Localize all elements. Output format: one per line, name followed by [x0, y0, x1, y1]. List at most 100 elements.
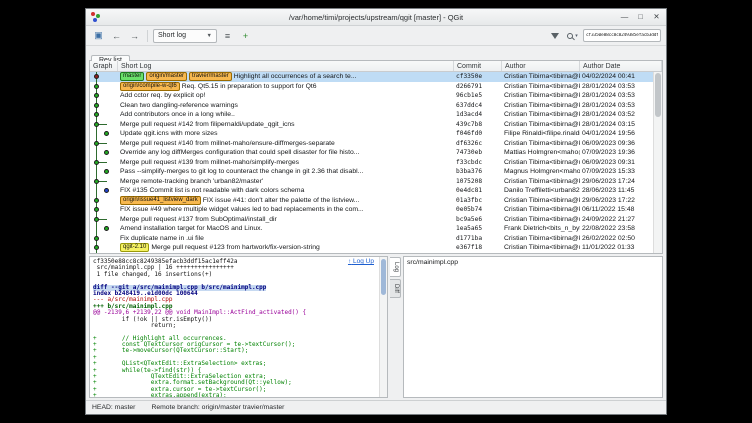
ref-badge[interactable]: qgit-2.10 [120, 243, 149, 252]
scrollbar-thumb[interactable] [655, 73, 661, 117]
table-row[interactable]: Merge pull request #139 from millnet-mah… [90, 158, 653, 168]
column-header-commit[interactable]: Commit [454, 61, 502, 71]
up-arrow-icon: ↑ [348, 258, 351, 265]
table-row[interactable]: Amend installation target for MacOS and … [90, 224, 653, 234]
table-row[interactable]: FIX issue #49 where multiple widget valu… [90, 205, 653, 215]
status-bar: HEAD: master Remote branch: origin/maste… [86, 400, 666, 414]
commit-subject: Override any log diffMerges configuratio… [120, 149, 359, 156]
view-tree-icon[interactable]: ≡ [220, 28, 235, 43]
titlebar[interactable]: /var/home/timi/projects/upstream/qgit [m… [86, 9, 666, 26]
table-row[interactable]: FIX #135 Commit list is not readable wit… [90, 186, 653, 196]
short-log-cell: Pass --simplify-merges to git log to cou… [118, 167, 454, 177]
table-header-row: Graph Short Log Commit Author Author Dat… [90, 61, 662, 72]
commit-sha-cell: 01a3fbc [454, 196, 502, 206]
search-icon[interactable]: ▾ [565, 28, 580, 43]
tab-log[interactable]: Log [390, 257, 401, 277]
author-cell: Cristian Tibirna<tibirna@kde.org> [502, 205, 580, 215]
graph-cell [90, 215, 118, 225]
sha-search-input[interactable] [583, 29, 661, 42]
commit-sha-cell: 1ea5a65 [454, 224, 502, 234]
chevron-down-icon: ▼ [207, 33, 212, 39]
commit-dot-icon [94, 236, 99, 241]
search-type-value: Short log [158, 32, 186, 39]
table-row[interactable]: masterorigin/mastertravier/masterHighlig… [90, 72, 653, 82]
diff-line: + extras.append(extra); [93, 393, 377, 398]
short-log-cell: Clean two dangling-reference warnings [118, 101, 454, 111]
search-caret-icon: ▾ [575, 33, 578, 39]
file-list-pane[interactable]: src/mainimpl.cpp [403, 256, 663, 398]
commit-subject: Merge pull request #140 from millnet-mah… [120, 140, 335, 147]
search-type-dropdown[interactable]: Short log ▼ [153, 29, 217, 43]
author-cell: Cristian Tibirna<tibirna@kde.org> [502, 139, 580, 149]
graph-cell [90, 139, 118, 149]
ref-badge[interactable]: master [120, 72, 144, 81]
commit-subject: Fix duplicate name in .ui file [120, 235, 204, 242]
commit-dot-icon [94, 93, 99, 98]
commit-sha-cell: 1d3acd4 [454, 110, 502, 120]
graph-cell [90, 91, 118, 101]
ref-badge[interactable]: travier/master [189, 72, 232, 81]
column-header-author-date[interactable]: Author Date [580, 61, 662, 71]
author-cell: Cristian Tibirna<tibirna@kde.org> [502, 82, 580, 92]
table-row[interactable]: Add contributors once in a long while.. 1… [90, 110, 653, 120]
file-list-item[interactable]: src/mainimpl.cpp [407, 259, 659, 266]
commit-subject: Add contributors once in a long while.. [120, 111, 235, 118]
graph-cell [90, 101, 118, 111]
maximize-icon[interactable]: □ [636, 12, 645, 22]
commit-dot-icon [94, 217, 99, 222]
table-row[interactable]: Clean two dangling-reference warnings637… [90, 101, 653, 111]
diff-scrollbar-thumb[interactable] [381, 259, 386, 295]
tab-diff[interactable]: Diff [390, 279, 401, 298]
commit-dot-icon [94, 103, 99, 108]
author-date-cell: 29/06/2023 17:24 [580, 177, 653, 187]
table-row[interactable]: origin/compile-w-qt6Req. Qt5.15 in prepa… [90, 82, 653, 92]
commit-sha-cell: 96cb1e5 [454, 91, 502, 101]
commit-subject: FIX #135 Commit list is not readable wit… [120, 187, 304, 194]
commit-dot-icon [94, 74, 99, 79]
diff-pane[interactable]: ↑ Log Up cf3350e88cc8c8249385efacb3ddf15… [89, 256, 388, 398]
author-date-cell: 28/01/2024 03:53 [580, 101, 653, 111]
back-icon[interactable]: ← [109, 28, 124, 43]
revlist-rows: masterorigin/mastertravier/masterHighlig… [90, 72, 653, 253]
minimize-icon[interactable]: — [620, 12, 629, 22]
table-row[interactable]: qgit-2.10Merge pull request #123 from ha… [90, 243, 653, 253]
open-repository-icon[interactable]: ▣ [91, 28, 106, 43]
table-row[interactable]: Add cctor req. by explicit op!96cb1e5Cri… [90, 91, 653, 101]
table-row[interactable]: Fix duplicate name in .ui filed1771baCri… [90, 234, 653, 244]
commit-dot-icon [104, 131, 109, 136]
table-row[interactable]: Merge pull request #142 from filipernald… [90, 120, 653, 130]
diff-vertical-scrollbar[interactable] [379, 257, 387, 397]
apply-patch-icon[interactable]: + [238, 28, 253, 43]
ref-badge[interactable]: origin/compile-w-qt6 [120, 82, 180, 91]
commit-dot-icon [94, 198, 99, 203]
author-date-cell: 28/01/2024 03:53 [580, 82, 653, 92]
commit-dot-icon [94, 245, 99, 250]
author-cell: Magnus Holmgren<maho@millnet... [502, 167, 580, 177]
commit-subject: Merge pull request #123 from hartwork/fi… [151, 244, 319, 251]
commit-dot-icon [104, 188, 109, 193]
commit-sha-cell: cf3350e [454, 72, 502, 82]
forward-icon[interactable]: → [127, 28, 142, 43]
commit-subject: Merge pull request #137 from SubOptimal/… [120, 216, 277, 223]
table-row[interactable]: Override any log diffMerges configuratio… [90, 148, 653, 158]
commit-sha-cell: 74730eb [454, 148, 502, 158]
column-header-author[interactable]: Author [502, 61, 580, 71]
column-header-graph[interactable]: Graph [90, 61, 118, 71]
log-up-link[interactable]: ↑ Log Up [348, 259, 374, 265]
column-header-shortlog[interactable]: Short Log [118, 61, 454, 71]
table-row[interactable]: origin/issue41_listview_darkFIX issue #4… [90, 196, 653, 206]
commit-sha-cell: 1075208 [454, 177, 502, 187]
ref-badge[interactable]: origin/master [146, 72, 187, 81]
table-row[interactable]: Update qgit.icns with more sizesf046fd0F… [90, 129, 653, 139]
short-log-cell: Merge pull request #137 from SubOptimal/… [118, 215, 454, 225]
table-row[interactable]: Merge pull request #137 from SubOptimal/… [90, 215, 653, 225]
table-row[interactable]: Merge pull request #140 from millnet-mah… [90, 139, 653, 149]
close-icon[interactable]: ✕ [652, 12, 661, 22]
table-row[interactable]: Pass --simplify-merges to git log to cou… [90, 167, 653, 177]
graph-cell [90, 129, 118, 139]
table-vertical-scrollbar[interactable] [653, 72, 662, 253]
ref-badge[interactable]: origin/issue41_listview_dark [120, 196, 201, 205]
table-row[interactable]: Merge remote-tracking branch 'urban82/ma… [90, 177, 653, 187]
filter-funnel-icon[interactable] [547, 28, 562, 43]
graph-cell [90, 196, 118, 206]
